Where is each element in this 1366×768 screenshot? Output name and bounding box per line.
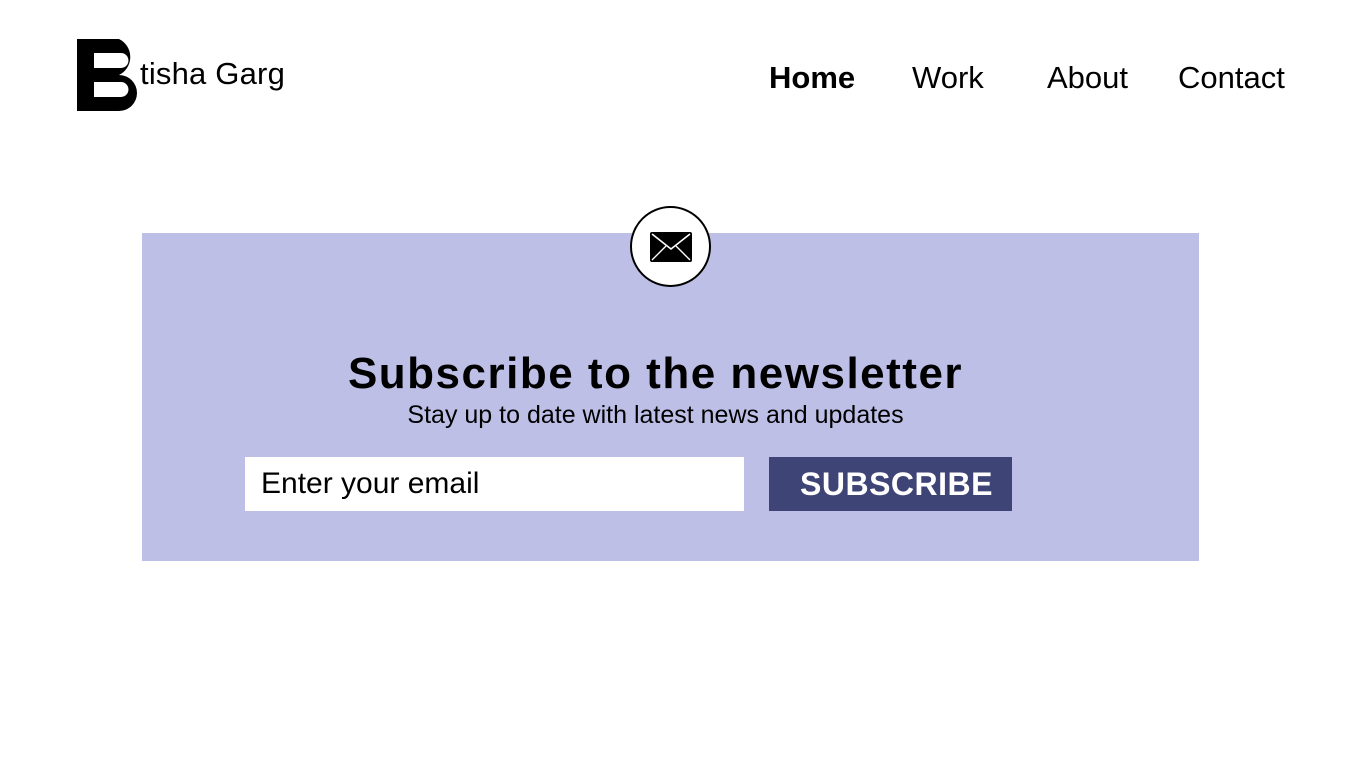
email-input[interactable] [245,457,744,511]
newsletter-subtitle: Stay up to date with latest news and upd… [407,401,904,429]
envelope-icon [649,231,692,262]
page: tisha Garg Home Work About Contact Subsc… [0,0,1366,768]
newsletter-title: Subscribe to the newsletter [347,348,964,398]
nav-contact-link[interactable]: Contact [1178,56,1285,100]
envelope-icon-badge [630,206,711,287]
main-nav: Home Work About Contact [0,56,1366,100]
subscribe-button[interactable]: SUBSCRIBE [769,457,1012,511]
nav-work-link[interactable]: Work [912,56,984,100]
nav-about-link[interactable]: About [1047,56,1128,100]
nav-home-link[interactable]: Home [769,56,855,100]
